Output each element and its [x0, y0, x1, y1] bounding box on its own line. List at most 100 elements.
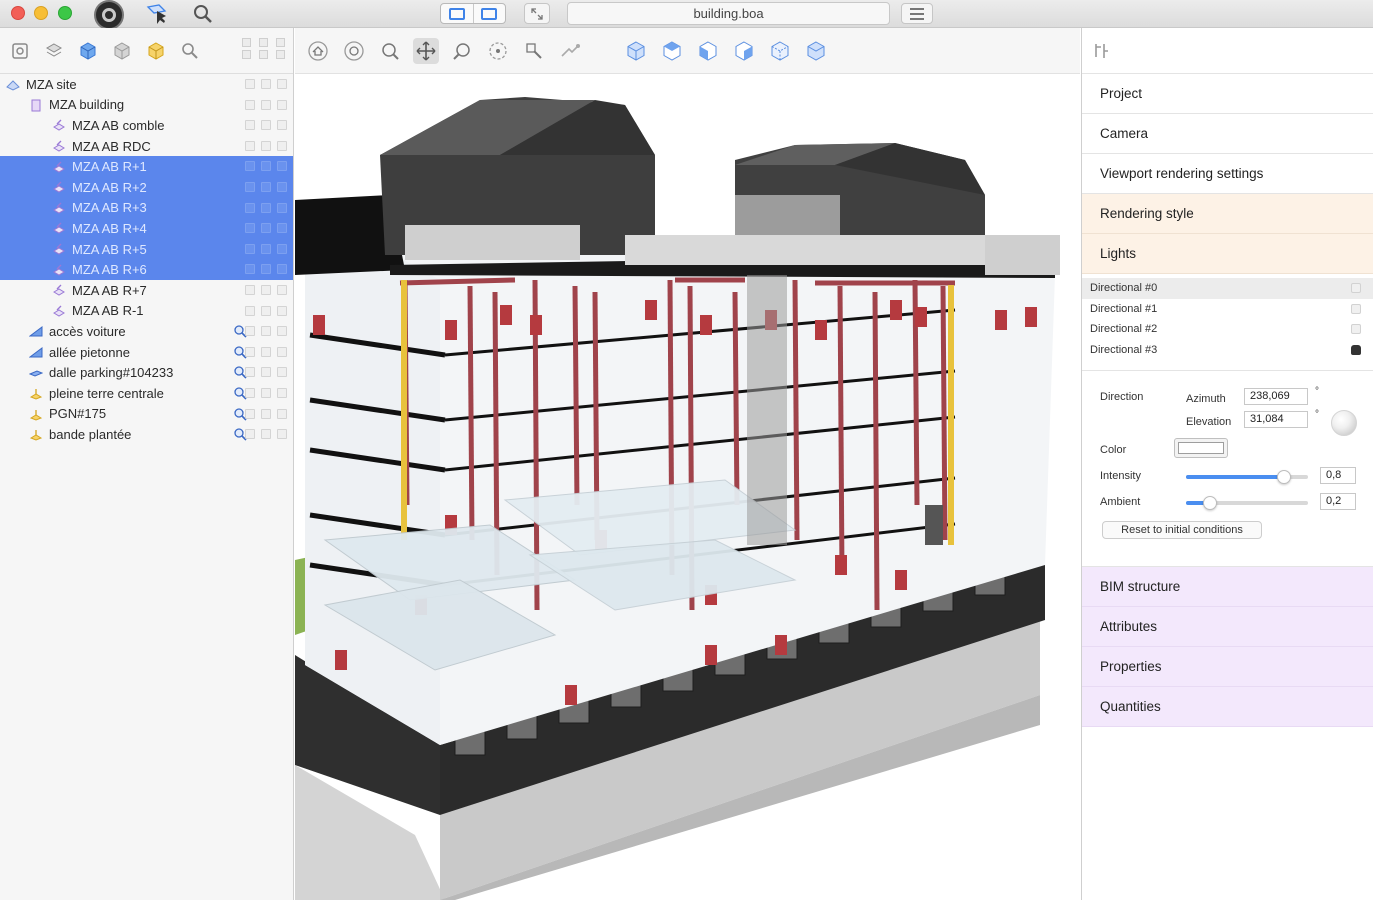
visibility-toggle[interactable] — [277, 264, 287, 275]
visibility-toggle[interactable] — [261, 120, 271, 131]
column-toggle[interactable] — [276, 50, 285, 59]
navigation-wheel-icon[interactable] — [92, 0, 126, 30]
column-toggle[interactable] — [242, 38, 251, 47]
visibility-toggle[interactable] — [245, 79, 255, 89]
visibility-toggle[interactable] — [261, 284, 271, 295]
gray-cube-icon[interactable] — [110, 39, 134, 63]
tree-item[interactable]: MZA building — [0, 95, 293, 116]
section-rendering-style[interactable]: Rendering style — [1082, 194, 1373, 234]
tree-item[interactable]: MZA AB R+2 — [0, 176, 293, 198]
back-view-icon[interactable] — [767, 38, 793, 64]
tree-item[interactable]: MZA AB comble — [0, 115, 293, 136]
visibility-toggle[interactable] — [261, 161, 271, 172]
section-quantities[interactable]: Quantities — [1082, 687, 1373, 727]
top-view-icon[interactable] — [659, 38, 685, 64]
tree-item[interactable]: MZA AB R+7 — [0, 280, 293, 301]
visibility-toggle[interactable] — [277, 305, 287, 316]
section-camera[interactable]: Camera — [1082, 114, 1373, 154]
visibility-toggle[interactable] — [245, 223, 255, 234]
visibility-toggle[interactable] — [277, 429, 287, 440]
visibility-toggle[interactable] — [277, 346, 287, 357]
close-window-button[interactable] — [11, 6, 25, 20]
blue-cube-icon[interactable] — [76, 39, 100, 63]
visibility-toggle[interactable] — [245, 346, 255, 357]
visibility-toggle[interactable] — [245, 161, 255, 172]
yellow-cube-icon[interactable] — [144, 39, 168, 63]
zoom-window-icon[interactable] — [521, 38, 547, 64]
section-project[interactable]: Project — [1082, 74, 1373, 114]
light-toggle-icon[interactable] — [1351, 303, 1361, 314]
light-toggle-icon[interactable] — [1351, 324, 1361, 334]
zoom-window-button[interactable] — [58, 6, 72, 20]
reset-button[interactable]: Reset to initial conditions — [1102, 521, 1262, 539]
tree-item[interactable]: MZA AB R+5 — [0, 238, 293, 260]
visibility-toggle[interactable] — [277, 326, 287, 337]
minimize-window-button[interactable] — [34, 6, 48, 20]
magnifier-icon[interactable] — [190, 2, 216, 26]
visibility-toggle[interactable] — [261, 326, 271, 337]
light-item[interactable]: Directional #3 — [1082, 340, 1373, 361]
section-properties[interactable]: Properties — [1082, 647, 1373, 687]
iso-view-icon[interactable] — [623, 38, 649, 64]
tree-item[interactable]: MZA AB RDC — [0, 136, 293, 157]
column-toggle[interactable] — [242, 50, 251, 59]
section-attributes[interactable]: Attributes — [1082, 607, 1373, 647]
visibility-toggle[interactable] — [245, 243, 255, 254]
color-swatch[interactable] — [1174, 438, 1228, 458]
ambient-input[interactable]: 0,2 — [1320, 493, 1356, 510]
orbit-icon[interactable] — [341, 38, 367, 64]
zoom-icon[interactable] — [449, 38, 475, 64]
visibility-toggle[interactable] — [277, 181, 287, 192]
visibility-toggle[interactable] — [277, 140, 287, 151]
left-view-icon[interactable] — [803, 38, 829, 64]
intensity-input[interactable]: 0,8 — [1320, 467, 1356, 484]
light-item[interactable]: Directional #0 — [1082, 278, 1373, 299]
visibility-toggle[interactable] — [261, 99, 271, 110]
left-panel-toggle-button[interactable] — [441, 4, 473, 23]
column-toggle[interactable] — [259, 38, 268, 47]
tree-item[interactable]: MZA AB R+3 — [0, 197, 293, 219]
light-toggle-icon[interactable] — [1351, 283, 1361, 293]
visibility-toggle[interactable] — [277, 284, 287, 295]
visibility-toggle[interactable] — [245, 408, 255, 419]
inspector-tools-icon[interactable] — [1092, 41, 1112, 61]
visibility-toggle[interactable] — [245, 326, 255, 337]
tree-item[interactable]: pleine terre centrale — [0, 383, 293, 404]
visibility-toggle[interactable] — [261, 346, 271, 357]
section-bim-structure[interactable]: BIM structure — [1082, 567, 1373, 607]
tree-item[interactable]: accès voiture — [0, 321, 293, 342]
visibility-toggle[interactable] — [277, 99, 287, 110]
intensity-slider-knob[interactable] — [1276, 470, 1291, 484]
visibility-toggle[interactable] — [245, 305, 255, 316]
visibility-toggle[interactable] — [261, 264, 271, 275]
visibility-toggle[interactable] — [245, 140, 255, 151]
menu-button[interactable] — [901, 3, 933, 24]
ambient-slider-knob[interactable] — [1203, 496, 1218, 510]
visibility-toggle[interactable] — [245, 99, 255, 110]
light-direction-sphere[interactable] — [1331, 410, 1357, 436]
visibility-toggle[interactable] — [261, 243, 271, 254]
visibility-toggle[interactable] — [277, 408, 287, 419]
right-view-icon[interactable] — [731, 38, 757, 64]
pan-icon[interactable] — [413, 37, 439, 64]
visibility-toggle[interactable] — [261, 181, 271, 192]
ambient-slider[interactable] — [1186, 496, 1308, 510]
visibility-toggle[interactable] — [261, 387, 271, 398]
visibility-toggle[interactable] — [261, 305, 271, 316]
lock-icon[interactable] — [1351, 344, 1361, 355]
visibility-toggle[interactable] — [261, 429, 271, 440]
visibility-toggle[interactable] — [261, 79, 271, 89]
visibility-toggle[interactable] — [261, 367, 271, 378]
tree-search-icon[interactable] — [178, 39, 202, 63]
visibility-toggle[interactable] — [277, 202, 287, 213]
front-view-icon[interactable] — [695, 38, 721, 64]
visibility-toggle[interactable] — [277, 161, 287, 172]
visibility-toggle[interactable] — [261, 223, 271, 234]
section-lights[interactable]: Lights — [1082, 234, 1373, 274]
right-panel-toggle-button[interactable] — [472, 4, 506, 23]
visibility-toggle[interactable] — [245, 284, 255, 295]
walk-icon[interactable] — [557, 38, 583, 64]
home-view-icon[interactable] — [305, 38, 331, 64]
visibility-toggle[interactable] — [245, 367, 255, 378]
intensity-slider[interactable] — [1186, 470, 1308, 484]
